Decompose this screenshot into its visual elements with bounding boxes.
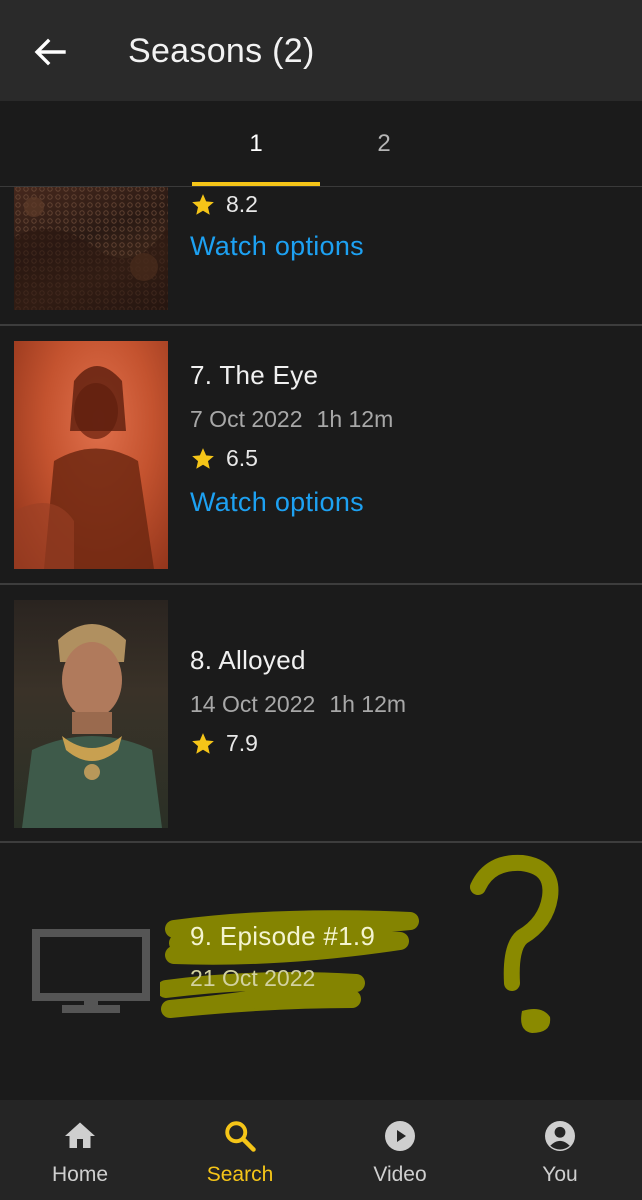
list-item-episode-8[interactable]: 8. Alloyed 14 Oct 2022 1h 12m 7.9 — [0, 585, 642, 843]
list-item-episode-7[interactable]: 7. The Eye 7 Oct 2022 1h 12m 6.5 Watch op… — [0, 326, 642, 585]
episode-7-rating: 6.5 — [190, 445, 258, 472]
account-icon — [545, 1121, 575, 1151]
nav-home[interactable]: Home — [0, 1100, 160, 1200]
bottom-navigation: Home Search Video You — [0, 1100, 642, 1200]
list-item-episode-9[interactable]: 9. Episode #1.9 21 Oct 2022 — [0, 843, 642, 1100]
home-icon — [65, 1122, 95, 1148]
arrow-back-icon — [34, 38, 66, 66]
episode-meta: 21 Oct 2022 — [190, 965, 315, 992]
star-icon — [192, 193, 214, 215]
list-item-episode-6[interactable]: 8.2 Watch options — [0, 187, 642, 326]
back-button[interactable] — [26, 30, 74, 74]
episode-title[interactable]: 8. Alloyed — [190, 645, 306, 676]
search-icon — [225, 1121, 256, 1152]
season-tabs: 1 2 — [0, 101, 642, 187]
watch-options-button[interactable]: Watch options — [190, 231, 364, 262]
star-icon — [192, 447, 214, 469]
page-title: Seasons (2) — [128, 32, 315, 70]
episode-8-thumbnail — [14, 600, 168, 828]
episode-6-rating: 8.2 — [190, 191, 258, 218]
episode-8-rating: 7.9 — [190, 730, 258, 757]
nav-video[interactable]: Video — [320, 1100, 480, 1200]
selected-tab-indicator — [192, 182, 320, 186]
episode-title[interactable]: 7. The Eye — [190, 360, 318, 391]
runtime: 1h 12m — [316, 406, 394, 432]
tv-placeholder-icon — [32, 929, 150, 1017]
episode-list[interactable]: 8.2 Watch options 7. The Eye 7 Oct 2022 1… — [0, 187, 642, 1100]
nav-you[interactable]: You — [480, 1100, 640, 1200]
air-date: 14 Oct 2022 — [190, 691, 316, 717]
nav-label: You — [542, 1163, 578, 1186]
rating-value: 8.2 — [226, 191, 258, 217]
tab-season-1[interactable]: 1 — [192, 101, 320, 187]
episode-7-thumbnail — [14, 341, 168, 569]
tab-season-2[interactable]: 2 — [320, 101, 448, 187]
episode-meta: 7 Oct 2022 1h 12m — [190, 406, 393, 433]
nav-label: Video — [373, 1163, 427, 1186]
episode-meta: 14 Oct 2022 1h 12m — [190, 691, 406, 718]
star-icon — [192, 732, 214, 754]
question-mark-scribble — [470, 854, 559, 1033]
air-date: 7 Oct 2022 — [190, 406, 303, 432]
nav-label: Search — [206, 1163, 274, 1186]
air-date: 21 Oct 2022 — [190, 965, 316, 991]
watch-options-button[interactable]: Watch options — [190, 487, 364, 518]
nav-label: Home — [51, 1163, 109, 1186]
rating-value: 7.9 — [226, 730, 258, 756]
rating-value: 6.5 — [226, 445, 258, 471]
play-circle-icon — [385, 1121, 415, 1151]
app-bar: Seasons (2) — [0, 0, 642, 101]
episode-6-thumbnail — [14, 187, 168, 310]
episode-title[interactable]: 9. Episode #1.9 — [190, 921, 375, 952]
nav-search[interactable]: Search — [160, 1100, 320, 1200]
runtime: 1h 12m — [329, 691, 407, 717]
